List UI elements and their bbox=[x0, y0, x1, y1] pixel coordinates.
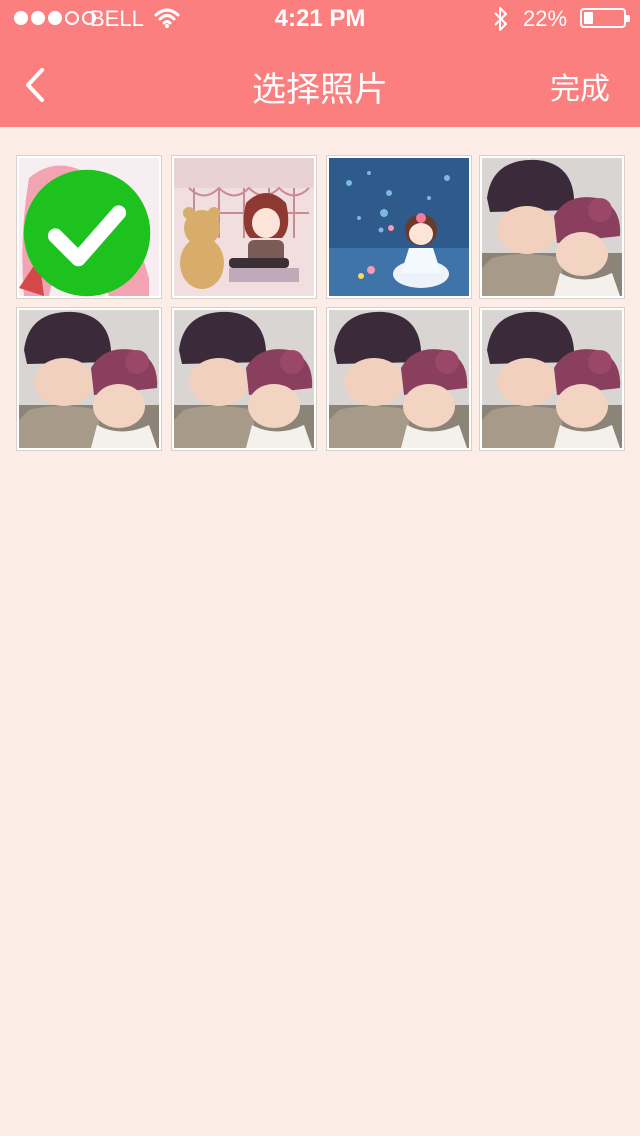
photo-thumbnail[interactable] bbox=[326, 155, 472, 299]
photo-thumbnail[interactable] bbox=[479, 155, 625, 299]
status-bar: BELL 4:21 PM 22% bbox=[0, 0, 640, 40]
photo-thumbnail[interactable] bbox=[16, 155, 162, 299]
photo-children-knit-hats bbox=[19, 310, 159, 448]
photo-thumbnail[interactable] bbox=[479, 307, 625, 451]
photo-cartoon-girl-bubbles bbox=[329, 158, 469, 296]
photo-children-knit-hats bbox=[329, 310, 469, 448]
nav-bar: 选择照片 完成 bbox=[0, 40, 640, 127]
photo-thumbnail[interactable] bbox=[171, 307, 317, 451]
checkmark-icon bbox=[23, 169, 151, 297]
battery-icon bbox=[580, 8, 630, 28]
bluetooth-icon bbox=[491, 5, 511, 40]
page-title: 选择照片 bbox=[252, 70, 388, 110]
top-bar: BELL 4:21 PM 22% 选择照片 完成 bbox=[0, 0, 640, 127]
battery-percent: 22% bbox=[523, 6, 568, 31]
chevron-left-icon bbox=[26, 68, 44, 102]
photo-thumbnail[interactable] bbox=[171, 155, 317, 299]
back-button[interactable] bbox=[18, 60, 58, 110]
photo-children-knit-hats bbox=[482, 310, 622, 448]
photo-children-knit-hats bbox=[482, 158, 622, 296]
photo-thumbnail[interactable] bbox=[326, 307, 472, 451]
photo-thumbnail[interactable] bbox=[16, 307, 162, 451]
photo-anime-teddy-bear bbox=[174, 158, 314, 296]
photo-children-knit-hats bbox=[174, 310, 314, 448]
done-button[interactable]: 完成 bbox=[550, 64, 610, 108]
